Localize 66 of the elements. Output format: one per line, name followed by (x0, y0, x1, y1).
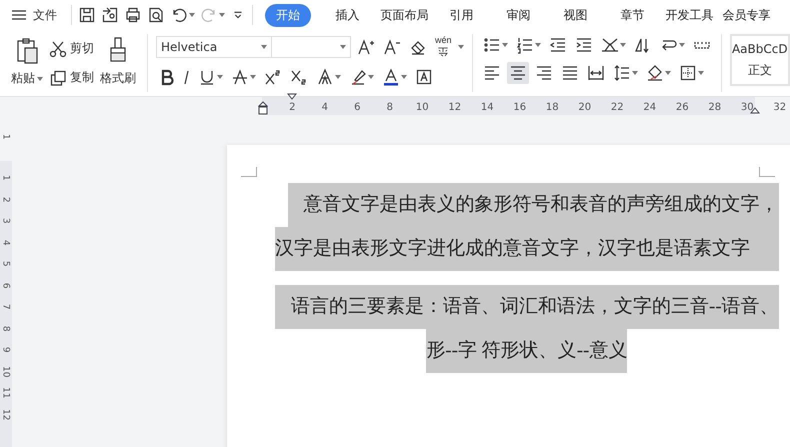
align-left-icon (482, 64, 501, 82)
ribbon-tab[interactable]: 视图 (547, 4, 604, 26)
numbered-list-icon (516, 36, 534, 54)
caret-icon (678, 43, 685, 47)
ribbon-tab[interactable]: 开发工具 (661, 4, 718, 26)
caret-icon (250, 75, 256, 79)
format-painter-button[interactable]: 格式刷 (97, 34, 139, 92)
italic-icon (184, 68, 190, 86)
outlined-letter-icon (316, 68, 334, 86)
ribbon-tab[interactable]: 引用 (433, 4, 490, 26)
ribbon-tab[interactable]: 开始 (265, 4, 311, 26)
layout-icon (600, 36, 619, 54)
ribbon-tab[interactable]: 章节 (604, 4, 661, 26)
scissors-icon (49, 40, 67, 58)
caret-icon (401, 75, 407, 79)
caret-icon (502, 43, 508, 47)
caret-icon (534, 43, 541, 47)
caret-icon (189, 13, 195, 17)
strikethrough-icon (231, 68, 249, 86)
paint-bucket-icon (646, 64, 664, 82)
caret-icon (632, 71, 638, 75)
ribbon-tab[interactable]: 审阅 (490, 4, 547, 26)
caret-icon (698, 71, 704, 75)
crop-mark (241, 167, 257, 177)
outdent-icon (548, 36, 567, 54)
caret-icon (664, 71, 671, 75)
copy-icon (49, 68, 67, 86)
distributed-icon (586, 64, 605, 82)
phonetic-guide-button[interactable]: wén (433, 34, 454, 60)
ribbon-tab[interactable]: 会员专享 (718, 4, 775, 26)
align-center-icon (508, 64, 527, 82)
caret-icon (217, 75, 223, 79)
print-icon (124, 6, 142, 24)
line-spacing-icon (612, 64, 631, 82)
copy-button[interactable]: 复制 (46, 66, 97, 88)
save-icon (78, 6, 96, 24)
cut-button[interactable]: 剪切 (46, 38, 97, 60)
underline-icon (198, 68, 216, 86)
paste-button[interactable]: 粘贴 (8, 34, 46, 92)
caret-icon (620, 43, 626, 47)
caret-icon (458, 45, 464, 49)
indent-marker-icon (258, 99, 268, 115)
caret-icon (335, 75, 341, 79)
align-button[interactable] (506, 62, 529, 84)
align-right-icon (534, 64, 553, 82)
borders-icon (678, 64, 697, 82)
grow-font-icon (357, 38, 375, 56)
highlighter-icon (349, 68, 367, 86)
ribbon-tab[interactable]: 页面布局 (376, 4, 433, 26)
print-preview-icon (147, 6, 165, 24)
indent-icon (574, 36, 593, 54)
shrink-font-icon (383, 38, 401, 56)
boxed-letter-icon (415, 68, 433, 86)
ribbon-tab[interactable]: 插入 (319, 4, 376, 26)
caret-icon (37, 76, 43, 80)
file-menu[interactable]: 文件 (10, 6, 65, 24)
caret-icon (219, 13, 225, 17)
subscript-icon (290, 68, 308, 86)
bulleted-list-icon (482, 36, 501, 54)
justify-icon (560, 64, 579, 82)
export-icon (101, 6, 119, 24)
crop-mark (759, 167, 775, 177)
font-color-icon (382, 68, 400, 86)
caret-icon (368, 75, 374, 79)
superscript-icon (264, 68, 282, 86)
style-gallery-item[interactable]: AaBbCcD 正文 (730, 34, 790, 86)
